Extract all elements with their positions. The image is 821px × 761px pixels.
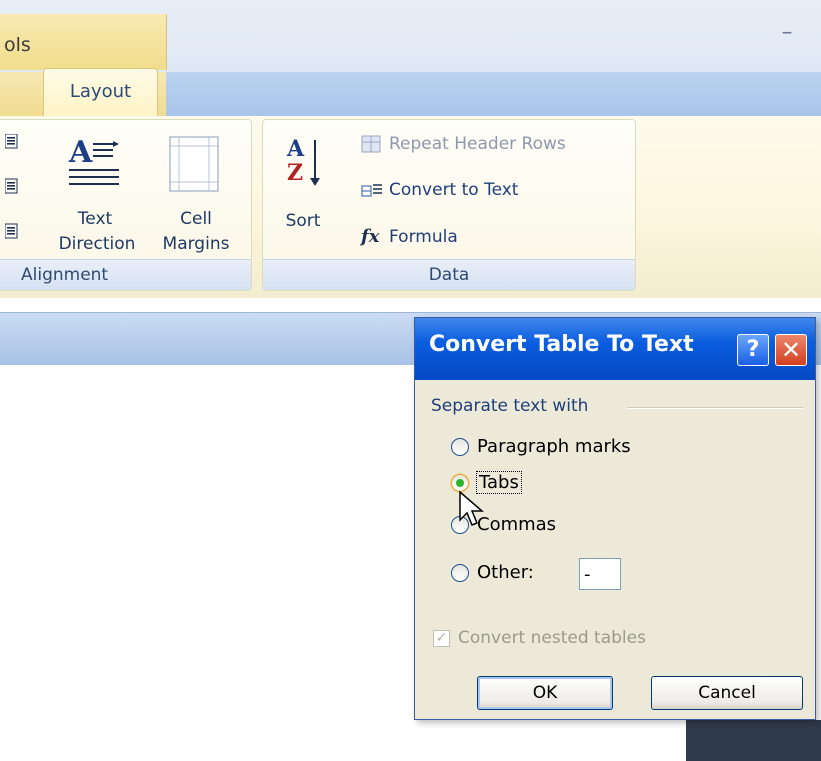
convert-to-text-button[interactable]: Convert to Text <box>361 180 518 200</box>
close-button[interactable]: ✕ <box>775 334 807 366</box>
cell-margins-icon[interactable] <box>169 136 221 194</box>
data-group: A Z Sort Repeat Header Rows Convert to T… <box>262 119 636 291</box>
dialog-title: Convert Table To Text <box>429 332 694 357</box>
context-tab-label: ols <box>4 34 31 56</box>
convert-nested-tables-label: Convert nested tables <box>458 628 646 648</box>
radio-other-label: Other: <box>477 562 534 583</box>
separate-text-with-label: Separate text with <box>431 396 589 416</box>
dialog-title-bar[interactable]: Convert Table To Text ? ✕ <box>415 318 815 380</box>
alignment-group-label: Alignment <box>0 259 251 290</box>
svg-text:A: A <box>68 135 93 170</box>
radio-other-circle[interactable] <box>451 563 469 582</box>
help-button[interactable]: ? <box>737 334 769 366</box>
svg-text:A: A <box>286 136 305 162</box>
align-icons-column[interactable] <box>5 134 19 240</box>
sort-icon[interactable]: A Z <box>285 134 325 190</box>
tab-layout[interactable]: Layout <box>43 68 158 116</box>
other-separator-input[interactable] <box>579 558 621 590</box>
repeat-header-rows-button[interactable]: Repeat Header Rows <box>361 134 566 154</box>
sort-label: Sort <box>285 211 321 231</box>
cell-margins-label-2: Margins <box>162 234 230 254</box>
svg-text:Z: Z <box>287 160 303 186</box>
ok-button[interactable]: OK <box>477 676 613 710</box>
taskbar-fragment <box>686 720 821 761</box>
table-tools-context-tab: ols <box>0 14 167 70</box>
alignment-group: A Text Direction Cell Margins Alignment <box>0 119 252 291</box>
text-direction-icon[interactable]: A <box>65 134 127 196</box>
formula-icon: fx <box>361 226 380 247</box>
radio-paragraph-marks-label: Paragraph marks <box>477 436 631 457</box>
radio-other[interactable]: Other: <box>451 562 534 583</box>
text-direction-label-2: Direction <box>58 234 136 254</box>
formula-label: Formula <box>389 226 458 247</box>
convert-nested-tables-checkbox[interactable]: ✓ <box>433 629 450 647</box>
formula-button[interactable]: fx Formula <box>361 226 458 247</box>
convert-nested-tables-checkbox-row[interactable]: ✓ Convert nested tables <box>433 628 646 648</box>
minimize-button[interactable]: – <box>776 22 798 44</box>
convert-to-text-label: Convert to Text <box>389 180 519 200</box>
convert-to-text-icon <box>361 184 382 197</box>
radio-paragraph-marks-circle[interactable] <box>451 437 469 456</box>
title-bar: ols – <box>0 0 821 73</box>
text-direction-label-1: Text <box>77 209 113 229</box>
radio-tabs-circle[interactable] <box>451 473 469 492</box>
data-group-label: Data <box>263 259 635 290</box>
fieldset-divider <box>627 407 803 409</box>
mouse-pointer-icon <box>459 490 485 526</box>
repeat-header-rows-label: Repeat Header Rows <box>389 134 566 154</box>
radio-paragraph-marks[interactable]: Paragraph marks <box>451 436 631 457</box>
cancel-button[interactable]: Cancel <box>651 676 803 710</box>
repeat-header-rows-icon <box>361 135 381 153</box>
cell-margins-label-1: Cell <box>180 209 212 229</box>
